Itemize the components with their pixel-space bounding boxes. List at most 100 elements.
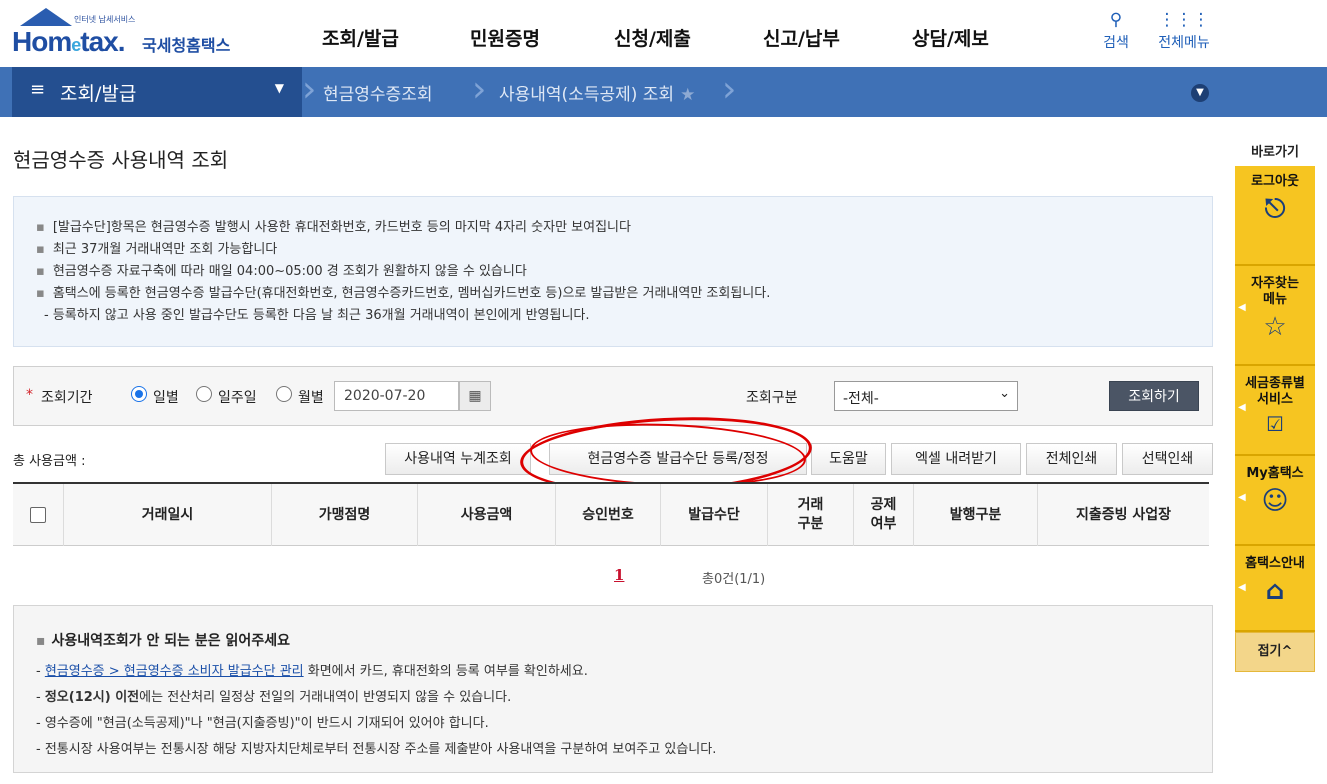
type-label: 조회구분 <box>746 390 798 406</box>
type-select-value: -전체- <box>843 391 879 407</box>
col-transaction-type: 거래 구분 <box>767 484 853 546</box>
caret-down-icon: ▼ <box>274 81 284 95</box>
expand-down-icon[interactable]: ▼ <box>1191 84 1209 102</box>
grid-icon: ⋮⋮⋮ <box>1158 10 1210 30</box>
info-box: ▪ 사용내역조회가 안 되는 분은 읽어주세요 - 현금영수증 > 현금영수증 소… <box>13 605 1213 773</box>
triangle-left-icon: ◀ <box>1238 492 1246 503</box>
total-amount-label: 총 사용금액 : <box>13 454 86 469</box>
chevron-down-icon: ⌄ <box>999 386 1010 401</box>
col-issue-method: 발급수단 <box>660 484 767 546</box>
notice-text: 홈택스에 등록한 현금영수증 발급수단(휴대전화번호, 현금영수증카드번호, 멤… <box>52 286 771 301</box>
logo-tax: tax. <box>80 26 125 57</box>
info-line: - 정오(12시) 이전에는 전산처리 일정상 전일의 거래내역이 반영되지 않… <box>36 690 512 705</box>
notice-item: ▪ [발급수단]항목은 현금영수증 발행시 사용한 휴대전화번호, 카드번호 등의… <box>36 217 1190 239</box>
col-issue-type: 발행구분 <box>913 484 1037 546</box>
unlock-icon: ⎋ <box>1264 194 1286 224</box>
print-selected-button[interactable]: 선택인쇄 <box>1122 443 1213 475</box>
info-head: ▪ 사용내역조회가 안 되는 분은 읽어주세요 <box>36 630 1190 650</box>
chevron-right-icon: › <box>722 69 737 110</box>
search-button[interactable]: ⚲ 검색 <box>1100 10 1132 52</box>
notice-sub-text: - 등록하지 않고 사용 중인 발급수단도 등록한 다음 날 최근 36개월 거… <box>44 308 590 323</box>
logo-subtitle: 인터넷 납세서비스 <box>74 15 136 24</box>
period-label: 조회기간 <box>41 390 93 406</box>
results-table-header: 거래일시 가맹점명 사용금액 승인번호 발급수단 거래 구분 공제 여부 발행구… <box>13 482 1209 546</box>
radio-daily-label[interactable]: 일별 <box>153 387 179 407</box>
breadcrumb-usage-label: 사용내역(소득공제) 조회 <box>499 85 675 105</box>
quick-logout[interactable]: 로그아웃 ⎋ <box>1235 166 1315 266</box>
method-management-link[interactable]: 현금영수증 > 현금영수증 소비자 발급수단 관리 <box>45 664 304 679</box>
quick-tax-service[interactable]: ◀ 세금종류별 서비스 ☑ <box>1235 366 1315 456</box>
register-method-button[interactable]: 현금영수증 발급수단 등록/정정 <box>549 443 807 475</box>
logo-wordmark: Hometax. <box>12 26 126 58</box>
star-icon[interactable]: ★ <box>680 85 695 105</box>
notice-box: ▪ [발급수단]항목은 현금영수증 발행시 사용한 휴대전화번호, 카드번호 등의… <box>13 196 1213 347</box>
notice-item: ▪ 현금영수증 자료구축에 따라 매일 04:00~05:00 경 조회가 원활하… <box>36 261 1190 283</box>
info-line-bold: 정오(12시) 이전 <box>44 690 140 705</box>
col-amount: 사용금액 <box>417 484 555 546</box>
calendar-icon[interactable]: ▦ <box>459 381 491 411</box>
quick-menu-title: 바로가기 <box>1251 145 1299 160</box>
info-line: - 영수증에 "현금(소득공제)"나 "현금(지출증빙)"이 반드시 기재되어 … <box>36 716 489 731</box>
quick-guide-label: 홈택스안내 <box>1245 556 1305 571</box>
breadcrumb-usage[interactable]: 사용내역(소득공제) 조회 ★ <box>499 80 695 105</box>
radio-weekly[interactable] <box>196 386 212 402</box>
page-1-link[interactable]: 1 <box>614 566 624 584</box>
checkbox-icon: ☑ <box>1266 412 1284 436</box>
search-submit-button[interactable]: 조회하기 <box>1109 381 1199 411</box>
nav-consult[interactable]: 상담/제보 <box>912 24 989 51</box>
info-line-text: 에는 전산처리 일정상 전일의 거래내역이 반영되지 않을 수 있습니다. <box>139 690 512 705</box>
col-datetime: 거래일시 <box>63 484 271 546</box>
logo-korean: 국세청홈택스 <box>142 36 231 55</box>
triangle-left-icon: ◀ <box>1238 582 1246 593</box>
type-select[interactable]: -전체- ⌄ <box>834 381 1018 411</box>
search-icon: ⚲ <box>1109 10 1123 30</box>
required-mark: * <box>26 387 33 403</box>
result-count: 총0건(1/1) <box>702 572 766 587</box>
quick-my-hometax-label: My홈택스 <box>1246 466 1304 481</box>
bullet-icon: ▪ <box>36 286 45 301</box>
nav-civil-cert[interactable]: 민원증명 <box>470 24 540 51</box>
radio-monthly[interactable] <box>276 386 292 402</box>
nav-report-pay[interactable]: 신고/납부 <box>763 24 840 51</box>
help-button[interactable]: 도움말 <box>811 443 886 475</box>
quick-logout-label: 로그아웃 <box>1251 174 1299 189</box>
quick-favorites[interactable]: ◀ 자주찾는 메뉴 ☆ <box>1235 266 1315 366</box>
quick-my-hometax[interactable]: ◀ My홈택스 ☺ <box>1235 456 1315 546</box>
quick-guide[interactable]: ◀ 홈택스안내 ⌂ <box>1235 546 1315 632</box>
nav-apply[interactable]: 신청/제출 <box>614 24 691 51</box>
select-all-checkbox[interactable] <box>30 507 46 523</box>
breadcrumb-root[interactable]: ≡ 조회/발급 ▼ <box>12 67 302 117</box>
notice-text: [발급수단]항목은 현금영수증 발행시 사용한 휴대전화번호, 카드번호 등의 … <box>52 220 631 235</box>
notice-text: 최근 37개월 거래내역만 조회 가능합니다 <box>52 242 278 257</box>
all-menu-label: 전체메뉴 <box>1158 35 1210 51</box>
info-line: - 전통시장 사용여부는 전통시장 해당 지방자치단체로부터 전통시장 주소를 … <box>36 742 717 757</box>
hamburger-icon: ≡ <box>30 79 46 100</box>
hometax-logo[interactable]: 인터넷 납세서비스 Hometax. 국세청홈택스 <box>12 8 242 60</box>
search-label: 검색 <box>1103 35 1129 51</box>
radio-daily[interactable] <box>131 386 147 402</box>
breadcrumb-cash-receipt[interactable]: 현금영수증조회 <box>323 80 432 105</box>
select-all-cell <box>13 484 63 546</box>
quick-fold-button[interactable]: 접기^ <box>1235 632 1315 672</box>
date-input[interactable]: 2020-07-20 <box>334 381 459 411</box>
all-menu-button[interactable]: ⋮⋮⋮ 전체메뉴 <box>1152 10 1216 52</box>
col-approval-no: 승인번호 <box>555 484 660 546</box>
nav-inquiry[interactable]: 조회/발급 <box>322 24 399 51</box>
col-business: 지출증빙 사업장 <box>1037 484 1209 546</box>
print-all-button[interactable]: 전체인쇄 <box>1026 443 1117 475</box>
excel-download-button[interactable]: 엑셀 내려받기 <box>891 443 1021 475</box>
bullet-icon: ▪ <box>36 242 45 257</box>
radio-monthly-label[interactable]: 월별 <box>298 387 324 407</box>
bullet-icon: ▪ <box>36 633 46 649</box>
cumulative-inquiry-button[interactable]: 사용내역 누계조회 <box>385 443 531 475</box>
chevron-right-icon: › <box>472 69 487 110</box>
logo-hom: Hom <box>12 26 72 57</box>
star-icon: ☆ <box>1263 312 1287 342</box>
notice-sub-item: - 등록하지 않고 사용 중인 발급수단도 등록한 다음 날 최근 36개월 거… <box>36 305 1190 327</box>
triangle-left-icon: ◀ <box>1238 302 1246 313</box>
radio-weekly-label[interactable]: 일주일 <box>218 387 257 407</box>
house-icon: ⌂ <box>1265 576 1285 606</box>
breadcrumb: ≡ 조회/발급 ▼ › 현금영수증조회 › 사용내역(소득공제) 조회 ★ › ▼ <box>0 67 1327 117</box>
top-header: 인터넷 납세서비스 Hometax. 국세청홈택스 조회/발급 민원증명 신청/… <box>0 0 1327 67</box>
notice-item: ▪ 홈택스에 등록한 현금영수증 발급수단(휴대전화번호, 현금영수증카드번호, … <box>36 283 1190 305</box>
